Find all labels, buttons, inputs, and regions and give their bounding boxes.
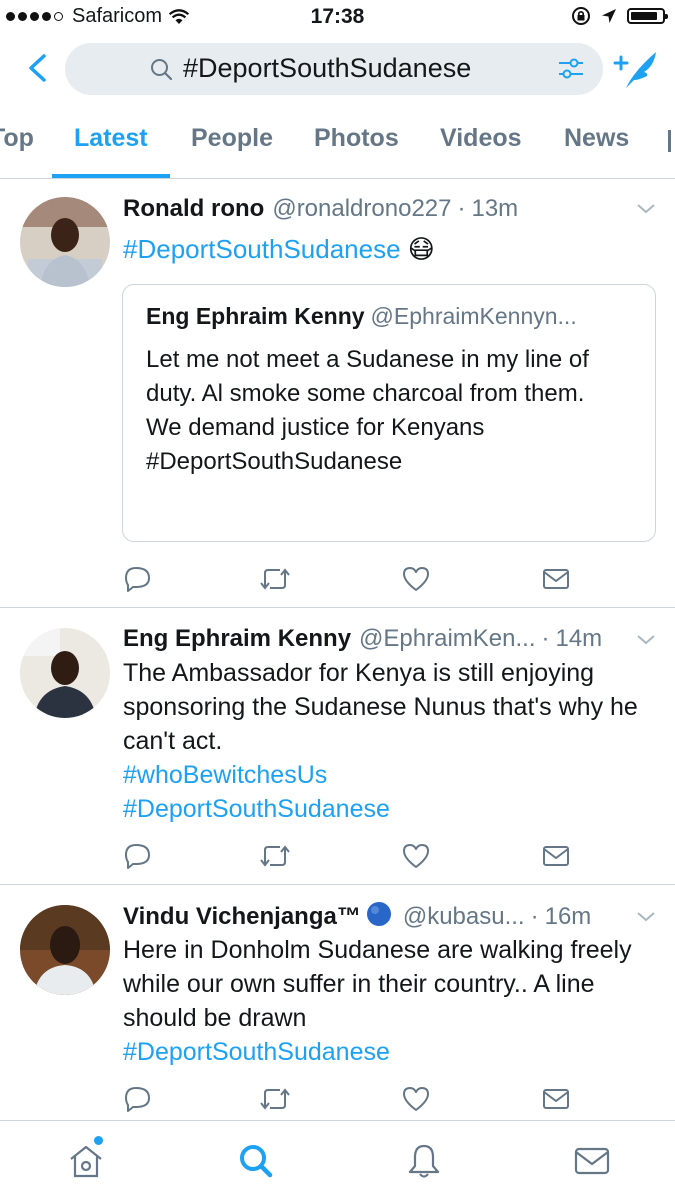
separator-dot: ·: [530, 903, 539, 930]
verified-badge-icon: [363, 902, 395, 926]
tweet-text: The Ambassador for Kenya is still enjoyi…: [123, 659, 638, 755]
search-input[interactable]: #DeportSouthSudanese: [65, 43, 603, 95]
compose-tweet-icon[interactable]: [612, 46, 660, 90]
tweet[interactable]: Vindu Vichenjanga™ @kubasu... · 16m Here in…: [0, 885, 675, 1125]
separator-dot: ·: [541, 625, 550, 652]
home-notification-dot: [94, 1136, 103, 1145]
location-icon: [602, 9, 616, 23]
notifications-icon[interactable]: [404, 1141, 444, 1181]
orientation-lock-icon: [572, 7, 590, 25]
tab-news[interactable]: News: [564, 124, 629, 153]
home-icon[interactable]: [66, 1141, 106, 1181]
author-handle[interactable]: @ronaldrono227: [272, 195, 451, 222]
author-name[interactable]: Eng Ephraim Kenny: [123, 625, 351, 652]
author-name[interactable]: Vindu Vichenjanga™: [123, 903, 361, 930]
tab-videos[interactable]: Videos: [440, 124, 522, 153]
retweet-icon[interactable]: [258, 565, 292, 593]
chevron-down-icon[interactable]: [635, 202, 657, 216]
tweet-actions: [123, 565, 583, 595]
tweet-text: Here in Donholm Sudanese are walking fre…: [123, 936, 632, 1032]
avatar[interactable]: [20, 197, 110, 287]
quoted-author-handle: @EphraimKennyn...: [370, 303, 577, 329]
reply-icon[interactable]: [123, 842, 153, 870]
retweet-icon[interactable]: [258, 842, 292, 870]
avatar[interactable]: [20, 905, 110, 995]
like-icon[interactable]: [401, 565, 431, 593]
tweet-actions: [123, 1085, 583, 1115]
author-handle[interactable]: @EphraimKen...: [359, 625, 535, 652]
tweet-time: 14m: [555, 625, 603, 652]
quoted-text: We demand justice for Kenyans: [146, 414, 485, 441]
mask-emoji: 😷: [407, 234, 435, 264]
dm-icon[interactable]: [541, 1085, 571, 1113]
like-icon[interactable]: [401, 842, 431, 870]
quoted-text: Let me not meet a Sudanese in my line of…: [146, 346, 589, 407]
chevron-down-icon[interactable]: [635, 633, 657, 647]
reply-icon[interactable]: [123, 565, 153, 593]
messages-icon[interactable]: [572, 1141, 612, 1181]
hashtag-link[interactable]: #whoBewitchesUs: [123, 758, 658, 792]
like-icon[interactable]: [401, 1085, 431, 1113]
search-icon[interactable]: [236, 1141, 276, 1181]
dm-icon[interactable]: [541, 565, 571, 593]
tab-more-indicator: [668, 130, 671, 152]
reply-icon[interactable]: [123, 1085, 153, 1113]
tweet[interactable]: Ronald rono @ronaldrono227 · 13m #DeportSou…: [0, 180, 675, 608]
battery-icon: [627, 8, 668, 24]
search-header: #DeportSouthSudanese: [0, 38, 675, 100]
quoted-author-name: Eng Ephraim Kenny: [146, 303, 365, 329]
author-name[interactable]: Ronald rono: [123, 195, 264, 222]
tweet[interactable]: Eng Ephraim Kenny @EphraimKen... · 14m The …: [0, 608, 675, 885]
tweet-time: 16m: [544, 903, 592, 930]
back-icon[interactable]: [20, 50, 56, 86]
tab-top[interactable]: Top: [0, 124, 34, 153]
tab-photos[interactable]: Photos: [314, 124, 399, 153]
chevron-down-icon[interactable]: [635, 910, 657, 924]
search-tabs: Top Latest People Photos Videos News: [0, 104, 675, 179]
active-tab-indicator: [52, 174, 170, 178]
hashtag-link[interactable]: #DeportSouthSudanese: [123, 234, 401, 264]
search-query: #DeportSouthSudanese: [183, 53, 472, 83]
avatar[interactable]: [20, 628, 110, 718]
dm-icon[interactable]: [541, 842, 571, 870]
bottom-navigation: [0, 1120, 675, 1201]
separator-dot: ·: [457, 195, 466, 222]
hashtag-link[interactable]: #DeportSouthSudanese: [123, 1035, 658, 1069]
status-bar: Safaricom 17:38: [0, 0, 675, 34]
quoted-hashtag: #DeportSouthSudanese: [146, 448, 403, 475]
hashtag-link[interactable]: #DeportSouthSudanese: [123, 792, 658, 826]
retweet-icon[interactable]: [258, 1085, 292, 1113]
tab-people[interactable]: People: [191, 124, 273, 153]
author-handle[interactable]: @kubasu...: [403, 903, 525, 930]
filter-icon[interactable]: [557, 56, 585, 82]
search-icon: [151, 59, 173, 81]
tweet-time: 13m: [471, 195, 519, 222]
quoted-tweet[interactable]: Eng Ephraim Kenny @EphraimKennyn... Let m…: [122, 284, 656, 542]
tab-latest[interactable]: Latest: [74, 124, 148, 153]
tweet-actions: [123, 842, 583, 872]
